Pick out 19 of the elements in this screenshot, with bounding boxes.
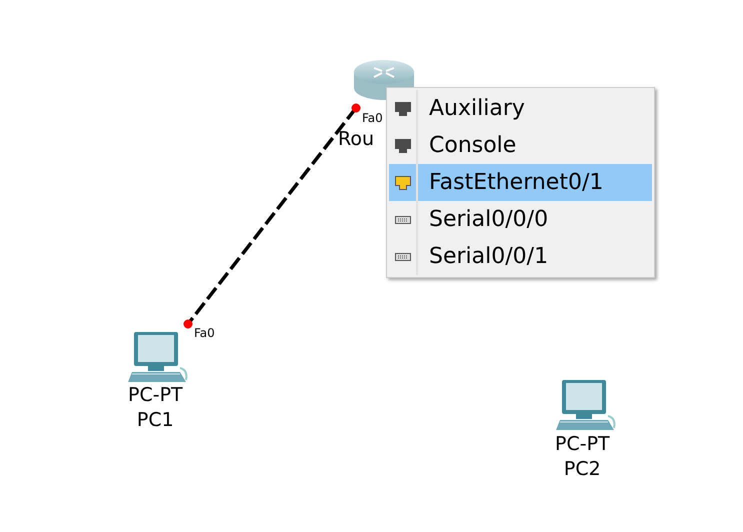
serial-port-icon — [394, 216, 410, 224]
menu-item[interactable]: Auxiliary — [389, 90, 652, 127]
menu-item[interactable]: Console — [389, 127, 652, 164]
port-icon — [394, 102, 410, 116]
menu-item[interactable]: FastEthernet0/1 — [389, 164, 652, 201]
port-label: Fa0 — [194, 326, 215, 340]
device-model-label: PC-PT — [128, 383, 183, 408]
menu-item[interactable]: Serial0/0/1 — [389, 238, 652, 275]
device-model-label: PC-PT — [555, 432, 610, 457]
link-status-dot — [184, 320, 192, 328]
link-status-dot — [352, 104, 360, 112]
device-name-label: Rou — [338, 127, 374, 152]
port-label: Fa0 — [362, 111, 383, 125]
port-icon — [394, 176, 410, 190]
serial-port-icon — [394, 252, 410, 260]
menu-item[interactable]: Serial0/0/0 — [389, 201, 652, 238]
device-name-label: PC2 — [564, 457, 601, 482]
device-name-label: PC1 — [136, 408, 174, 433]
port-icon — [394, 138, 410, 152]
